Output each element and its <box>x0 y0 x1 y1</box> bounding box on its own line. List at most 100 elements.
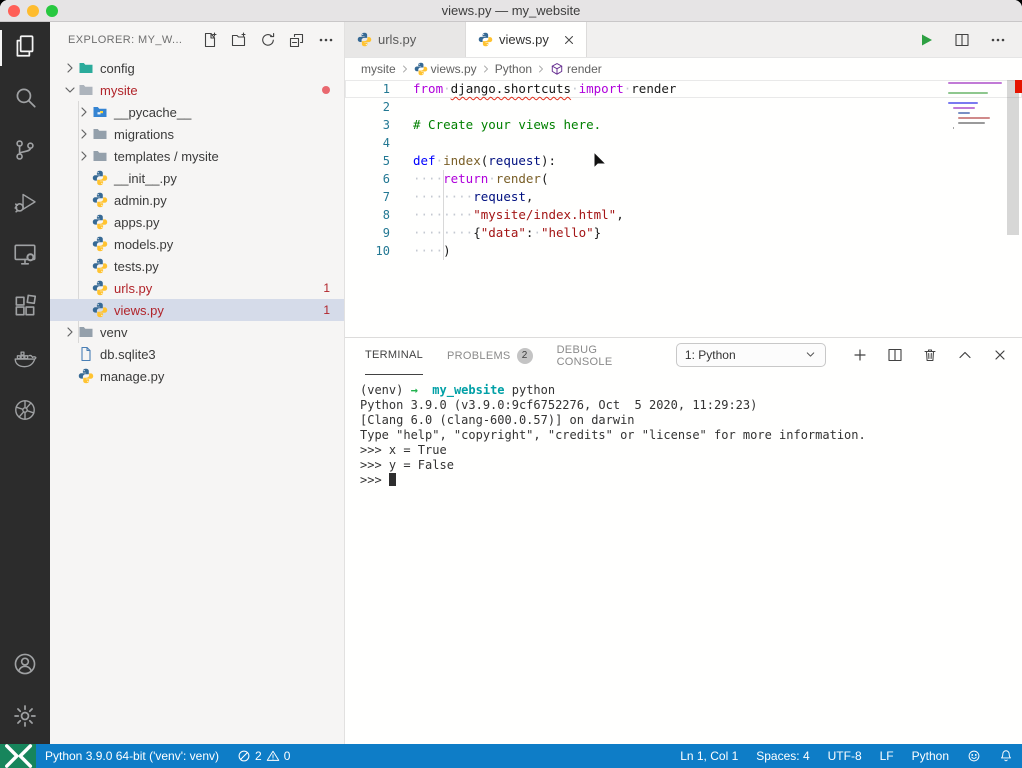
code-line-3[interactable]: 3# Create your views here. <box>345 116 1022 134</box>
tree-item-db-sqlite3[interactable]: db.sqlite3 <box>50 343 344 365</box>
panel-tab-terminal[interactable]: TERMINAL <box>365 335 423 375</box>
code-line-9[interactable]: 9········{"data":·"hello"} <box>345 224 1022 242</box>
line-number: 2 <box>345 98 390 116</box>
code-line-6[interactable]: 6····return·render( <box>345 170 1022 188</box>
problems-count-badge: 2 <box>517 348 533 364</box>
chevron-right-icon[interactable] <box>76 148 92 164</box>
editor-scrollbar[interactable] <box>1007 80 1019 235</box>
gutter-spacer <box>390 134 413 152</box>
editor-tab-views-py[interactable]: views.py <box>466 22 587 57</box>
panel-tab-problems[interactable]: PROBLEMS2 <box>447 335 533 375</box>
collapse-folders-icon[interactable] <box>289 32 305 48</box>
code-line-2[interactable]: 2 <box>345 98 1022 116</box>
code-line-5[interactable]: 5def·index(request): <box>345 152 1022 170</box>
code-line-10[interactable]: 10····) <box>345 242 1022 260</box>
breadcrumb-item-python[interactable]: Python <box>495 62 532 76</box>
python-interpreter-label: Python 3.9.0 64-bit ('venv': venv) <box>45 749 219 763</box>
explorer-sidebar: EXPLORER: MY_W... config mysite __pycache_… <box>50 22 345 744</box>
maximize-panel-icon[interactable] <box>957 347 973 363</box>
code-line-1[interactable]: 1from·django.shortcuts·import·render <box>345 80 1022 98</box>
terminal-shell-select[interactable]: 1: Python <box>676 343 826 367</box>
terminal-line: (venv) → my_website python <box>360 383 1022 398</box>
tree-item-views-py[interactable]: views.py 1 <box>50 299 344 321</box>
chevron-right-icon[interactable] <box>62 324 78 340</box>
terminal-line: >>> x = True <box>360 443 1022 458</box>
tree-item-urls-py[interactable]: urls.py1 <box>50 277 344 299</box>
status-item-ln-1-col-1[interactable]: Ln 1, Col 1 <box>671 744 747 768</box>
code-editor[interactable]: 1from·django.shortcuts·import·render23# … <box>345 80 1022 337</box>
code-line-8[interactable]: 8········"mysite/index.html", <box>345 206 1022 224</box>
tree-item-label: mysite <box>100 83 138 98</box>
split-editor-icon[interactable] <box>954 32 970 48</box>
status-item-spaces-4[interactable]: Spaces: 4 <box>747 744 818 768</box>
activity-bar-item-extensions[interactable] <box>0 282 50 334</box>
more-actions-icon[interactable] <box>318 32 334 48</box>
tree-item-migrations[interactable]: migrations <box>50 123 344 145</box>
code-token: ···· <box>413 170 443 188</box>
tree-item-label: views.py <box>114 303 164 318</box>
breadcrumb-item-views-py[interactable]: views.py <box>414 62 477 76</box>
tree-item-models-py[interactable]: models.py <box>50 233 344 255</box>
status-item-feedback[interactable] <box>958 744 990 768</box>
activity-bar-item-kubernetes[interactable] <box>0 386 50 438</box>
close-panel-icon[interactable] <box>992 347 1008 363</box>
terminal-output[interactable]: (venv) → my_website pythonPython 3.9.0 (… <box>345 371 1022 488</box>
minimap[interactable] <box>948 82 1006 132</box>
breadcrumb-item-mysite[interactable]: mysite <box>361 62 396 76</box>
tree-item-label: urls.py <box>114 281 152 296</box>
status-bar-right: Ln 1, Col 1Spaces: 4UTF-8LFPython <box>671 744 1022 768</box>
status-item-utf-8[interactable]: UTF-8 <box>819 744 871 768</box>
remote-indicator[interactable] <box>0 744 36 768</box>
panel-tab-debug-console[interactable]: DEBUG CONSOLE <box>557 335 652 375</box>
tree-item-mysite[interactable]: mysite <box>50 79 344 101</box>
problem-count-badge: 1 <box>323 303 330 317</box>
chevron-right-icon <box>480 63 492 75</box>
close-tab-icon[interactable] <box>562 33 576 47</box>
code-token: django.shortcuts <box>451 80 571 98</box>
activity-bar-item-search[interactable] <box>0 74 50 126</box>
editor-tab-urls-py[interactable]: urls.py <box>345 22 466 57</box>
breadcrumb-item-render[interactable]: render <box>550 62 602 76</box>
activity-bar-item-run-debug[interactable] <box>0 178 50 230</box>
code-line-4[interactable]: 4 <box>345 134 1022 152</box>
chevron-right-icon[interactable] <box>76 104 92 120</box>
tree-item-venv[interactable]: venv <box>50 321 344 343</box>
chevron-right-icon[interactable] <box>62 60 78 76</box>
activity-bar-item-remote-explorer[interactable] <box>0 230 50 282</box>
tree-item-apps-py[interactable]: apps.py <box>50 211 344 233</box>
kill-terminal-icon[interactable] <box>922 347 938 363</box>
new-terminal-icon[interactable] <box>852 347 868 363</box>
tree-item-config[interactable]: config <box>50 57 344 79</box>
activity-bar-item-explorer[interactable] <box>0 22 50 74</box>
tree-item--pycache-[interactable]: __pycache__ <box>50 101 344 123</box>
new-folder-icon[interactable] <box>231 32 247 48</box>
status-item-bell[interactable] <box>990 744 1022 768</box>
activity-bar-item-source-control[interactable] <box>0 126 50 178</box>
gutter-spacer <box>390 152 413 170</box>
tree-item-tests-py[interactable]: tests.py <box>50 255 344 277</box>
python-interpreter-item[interactable]: Python 3.9.0 64-bit ('venv': venv) <box>36 744 228 768</box>
tree-item-admin-py[interactable]: admin.py <box>50 189 344 211</box>
problems-status-item[interactable]: 2 0 <box>228 744 299 768</box>
new-file-icon[interactable] <box>202 32 218 48</box>
activity-bar-item-settings[interactable] <box>0 692 50 744</box>
chevron-down-icon[interactable] <box>62 82 78 98</box>
tree-item-templates-mysite[interactable]: templates / mysite <box>50 145 344 167</box>
status-item-python[interactable]: Python <box>903 744 958 768</box>
code-line-7[interactable]: 7········request, <box>345 188 1022 206</box>
code-token: def <box>413 152 436 170</box>
run-python-file-icon[interactable] <box>918 32 934 48</box>
terminal-text: my_website <box>432 383 504 397</box>
activity-bar-item-account[interactable] <box>0 640 50 692</box>
tree-item--init-py[interactable]: __init__.py <box>50 167 344 189</box>
refresh-explorer-icon[interactable] <box>260 32 276 48</box>
more-actions-icon[interactable] <box>990 32 1006 48</box>
activity-bar-item-docker[interactable] <box>0 334 50 386</box>
tree-item-manage-py[interactable]: manage.py <box>50 365 344 387</box>
explorer-title: EXPLORER: MY_W... <box>68 34 182 46</box>
split-terminal-icon[interactable] <box>887 347 903 363</box>
status-bar: Python 3.9.0 64-bit ('venv': venv) 2 0 L… <box>0 744 1022 768</box>
status-item-lf[interactable]: LF <box>871 744 903 768</box>
chevron-spacer <box>62 368 78 384</box>
chevron-right-icon[interactable] <box>76 126 92 142</box>
